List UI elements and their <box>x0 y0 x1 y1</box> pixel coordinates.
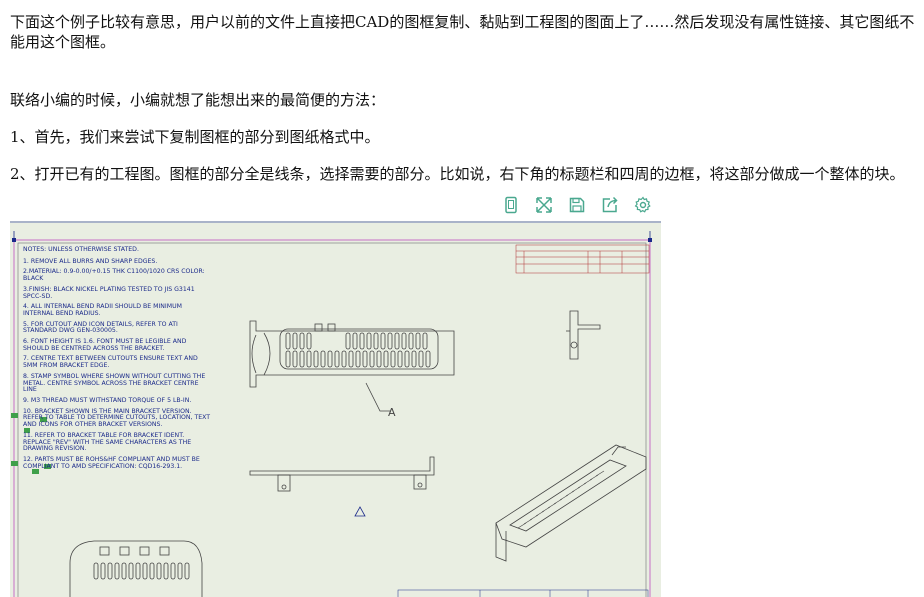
phone-view-icon <box>504 196 517 214</box>
bracket-bottom-view <box>69 540 203 597</box>
corner-handle <box>648 238 652 242</box>
step-2-paragraph: 2、打开已有的工程图。图框的部分全是线条，选择需要的部分。比如说，右下角的标题栏… <box>10 165 905 183</box>
bottom-title-strip <box>397 589 649 597</box>
corner-handle <box>12 238 16 242</box>
phone-view-button[interactable] <box>494 190 527 220</box>
fullscreen-icon <box>535 197 552 213</box>
share-button[interactable] <box>593 190 626 220</box>
note-item: 5. FOR CUTOUT AND ICON DETAILS, REFER TO… <box>23 320 178 335</box>
intro-paragraph: 下面这个例子比较有意思，用户以前的文件上直接把CAD的图框复制、黏贴到工程图的图… <box>10 13 915 51</box>
bracket-front-view <box>249 320 455 412</box>
note-item: 10. BRACKET SHOWN IS THE MAIN BRACKET VE… <box>23 407 211 429</box>
step-1-paragraph: 1、首先，我们来尝试下复制图框的部分到图纸格式中。 <box>10 128 380 146</box>
note-item: 11. REFER TO BRACKET TABLE FOR BRACKET I… <box>23 431 192 453</box>
save-icon <box>569 197 584 213</box>
bracket-side-view <box>566 310 601 360</box>
note-item: 8. STAMP SYMBOL WHERE SHOWN WITHOUT CUTT… <box>23 372 206 394</box>
fullscreen-button[interactable] <box>527 190 560 220</box>
drawing-notes: NOTES: UNLESS OTHERWISE STATED. 1. REMOV… <box>23 246 213 474</box>
share-icon <box>602 196 618 213</box>
gear-icon <box>634 196 651 213</box>
triangle-symbol <box>354 506 366 517</box>
bracket-top-view <box>249 456 435 492</box>
view-label-a: A <box>388 406 396 419</box>
revision-table <box>515 244 650 274</box>
note-item: 1. REMOVE ALL BURRS AND SHARP EDGES. <box>23 257 158 265</box>
engineering-drawing-image: A NOTES: UNLESS OTHERWISE STATED. 1. REM… <box>10 221 661 597</box>
note-item: 4. ALL INTERNAL BEND RADII SHOULD BE MIN… <box>23 303 182 317</box>
note-item: 7. CENTRE TEXT BETWEEN CUTOUTS ENSURE TE… <box>23 355 198 370</box>
note-item: 6. FONT HEIGHT IS 1.6. FONT MUST BE LEGI… <box>23 337 187 352</box>
note-item: 2.MATERIAL: 0.9-0.00/+0.15 THK C1100/102… <box>23 268 205 283</box>
contact-paragraph: 联络小编的时候，小编就想了能想出来的最简便的方法： <box>10 91 386 109</box>
note-item: 12. PARTS MUST BE ROHS&HF COMPLIANT AND … <box>23 455 200 470</box>
bracket-isometric-view <box>495 444 647 562</box>
settings-button[interactable] <box>626 190 659 220</box>
note-item: 9. M3 THREAD MUST WITHSTAND TORQUE OF 5 … <box>23 396 192 404</box>
note-item: 3.FINISH: BLACK NICKEL PLATING TESTED TO… <box>23 285 195 300</box>
vent-slots <box>285 332 431 368</box>
image-toolbar <box>494 190 660 220</box>
save-button[interactable] <box>560 190 593 220</box>
notes-header: NOTES: UNLESS OTHERWISE STATED. <box>23 246 139 253</box>
